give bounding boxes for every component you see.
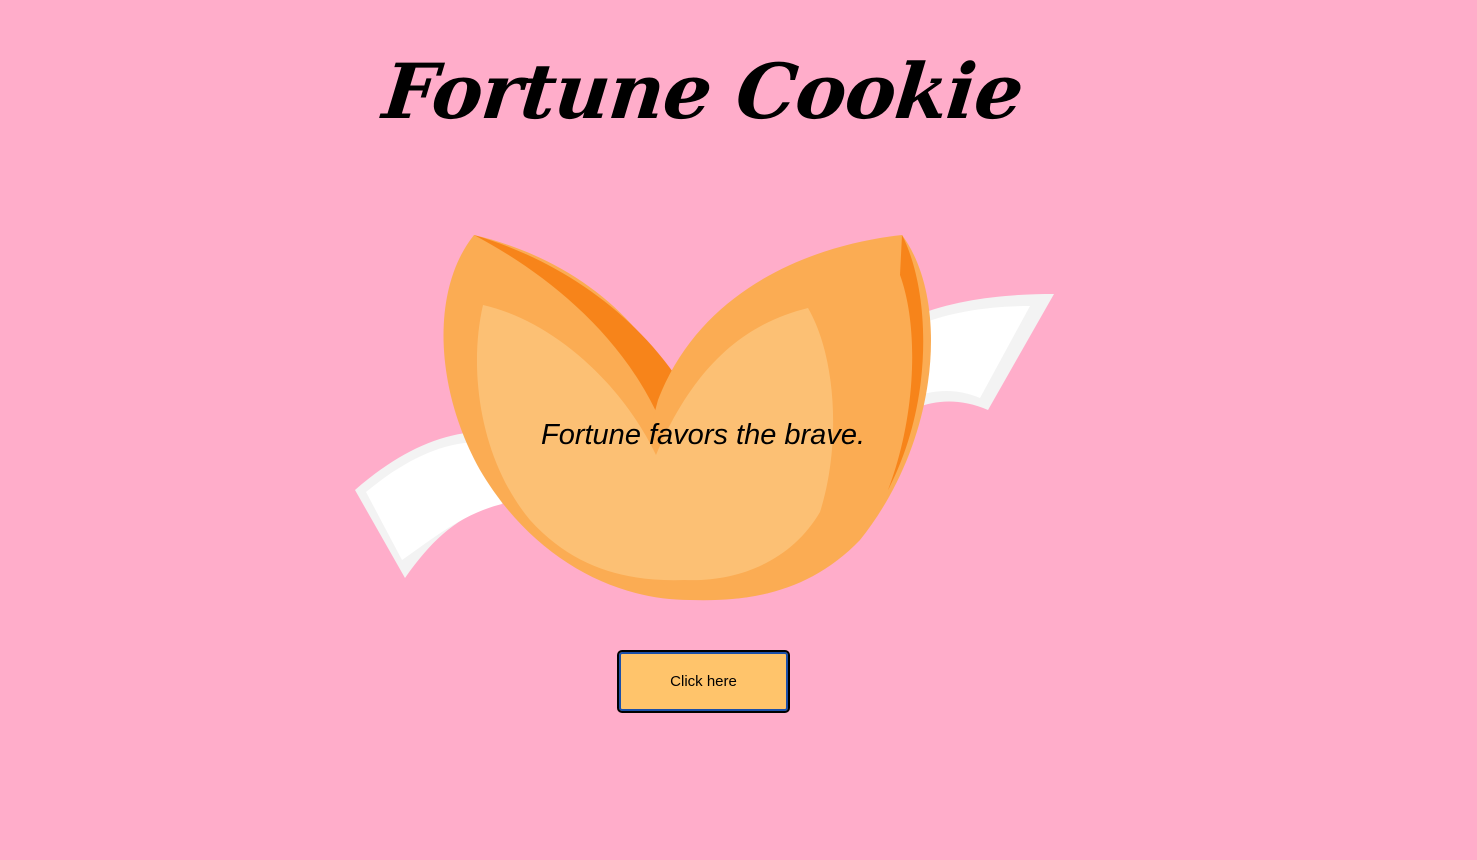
reveal-fortune-button[interactable]: Click here <box>617 650 790 713</box>
page-title: Fortune Cookie <box>379 47 1028 136</box>
fortune-message: Fortune favors the brave. <box>541 419 865 451</box>
